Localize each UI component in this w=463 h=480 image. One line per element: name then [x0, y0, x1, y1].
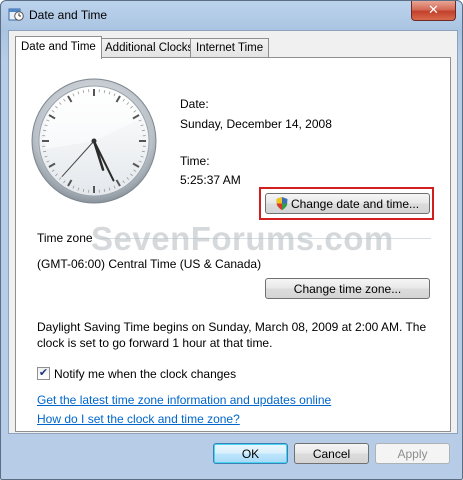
date-time-dialog: Date and Time ✕ Date and Time Additional…: [0, 0, 463, 480]
uac-shield-icon: [276, 196, 288, 216]
apply-label: Apply: [397, 447, 428, 461]
change-time-zone-label: Change time zone...: [293, 282, 402, 296]
tab-additional-clocks[interactable]: Additional Clocks: [99, 38, 200, 58]
change-time-zone-button[interactable]: Change time zone...: [265, 278, 430, 299]
time-label: Time:: [180, 154, 210, 168]
window-title: Date and Time: [29, 8, 108, 22]
notify-label[interactable]: Notify me when the clock changes: [54, 367, 236, 381]
ok-label: OK: [241, 447, 260, 461]
dst-notice: Daylight Saving Time begins on Sunday, M…: [37, 320, 427, 350]
date-value: Sunday, December 14, 2008: [180, 117, 332, 131]
how-to-set-clock-link[interactable]: How do I set the clock and time zone?: [37, 412, 240, 426]
time-value: 5:25:37 AM: [180, 173, 241, 187]
time-zone-value: (GMT-06:00) Central Time (US & Canada): [37, 257, 262, 271]
change-date-and-time-button[interactable]: Change date and time...: [265, 193, 430, 214]
tab-label: Internet Time: [196, 42, 264, 54]
date-time-app-icon: [8, 6, 24, 22]
close-icon: ✕: [428, 2, 439, 17]
watermark: SevenForums.com: [91, 220, 394, 257]
dialog-footer: OK Cancel Apply: [1, 433, 462, 479]
tab-internet-time[interactable]: Internet Time: [190, 38, 270, 58]
apply-button[interactable]: Apply: [375, 443, 450, 464]
cancel-label: Cancel: [312, 447, 351, 461]
title-bar[interactable]: Date and Time ✕: [1, 1, 462, 29]
close-button[interactable]: ✕: [411, 1, 456, 21]
date-label: Date:: [180, 97, 209, 111]
time-zone-heading: Time zone: [37, 231, 93, 245]
tab-date-and-time[interactable]: Date and Time: [15, 36, 102, 59]
check-icon: ✔: [38, 367, 49, 379]
notify-checkbox[interactable]: ✔: [37, 367, 50, 380]
tab-label: Additional Clocks: [105, 42, 194, 54]
cancel-button[interactable]: Cancel: [294, 443, 369, 464]
change-date-and-time-label: Change date and time...: [290, 197, 420, 211]
ok-button[interactable]: OK: [213, 443, 288, 464]
tab-label: Date and Time: [21, 41, 96, 53]
analog-clock: [31, 78, 157, 204]
latest-time-zone-info-link[interactable]: Get the latest time zone information and…: [37, 393, 331, 407]
clock-center-pin: [91, 138, 97, 144]
